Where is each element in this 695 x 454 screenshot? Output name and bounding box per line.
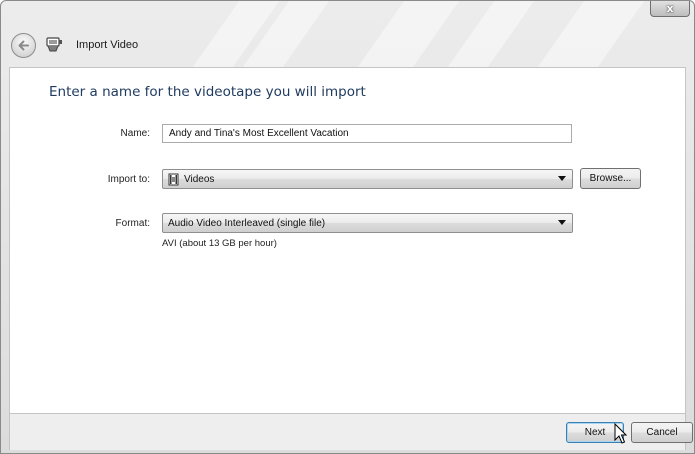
close-button[interactable]: x [650,1,690,17]
glass-stripe [357,1,460,67]
name-label: Name: [120,128,150,139]
format-value: Audio Video Interleaved (single file) [168,218,326,229]
browse-button[interactable]: Browse... [580,168,641,189]
chevron-down-icon [558,176,566,181]
import-to-value: Videos [184,174,215,185]
format-description: AVI (about 13 GB per hour) [162,238,277,249]
cancel-button[interactable]: Cancel [631,422,693,443]
close-icon: x [666,1,674,15]
format-dropdown[interactable]: Audio Video Interleaved (single file) [162,213,573,233]
dialog-footer: Next Cancel [9,414,693,450]
import-video-window: x Import Video Enter a name for the vide… [0,0,695,454]
content-panel: Enter a name for the videotape you will … [9,67,686,414]
back-button[interactable] [11,33,36,58]
window-title: Import Video [76,39,139,51]
video-camera-icon [46,37,62,52]
glass-stripe [537,1,645,67]
import-to-label: Import to: [107,174,150,185]
videos-folder-icon [168,173,179,186]
import-to-dropdown[interactable]: Videos [162,169,573,189]
mouse-cursor-icon [614,423,627,444]
glass-stripe [447,1,535,67]
format-label: Format: [115,218,150,229]
chevron-down-icon [558,220,566,225]
page-heading: Enter a name for the videotape you will … [49,84,366,100]
videotape-name-input[interactable]: Andy and Tina's Most Excellent Vacation [162,124,572,143]
back-arrow-icon [18,40,29,51]
